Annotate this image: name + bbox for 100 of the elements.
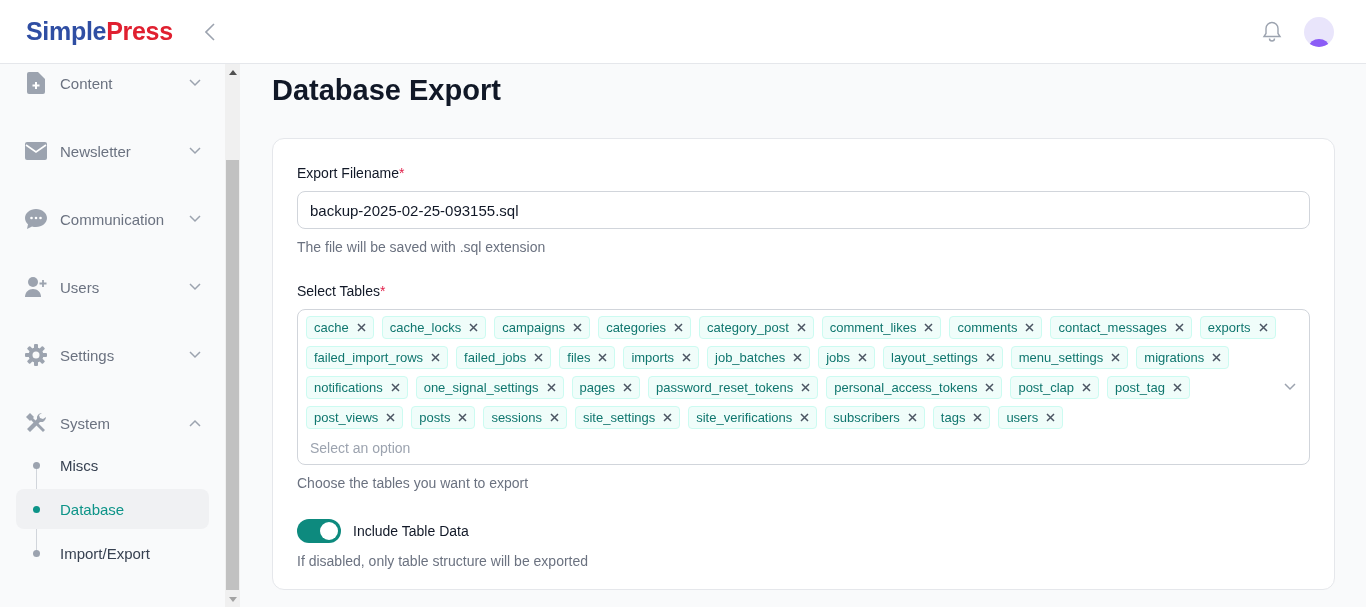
close-icon <box>1172 383 1182 392</box>
close-icon <box>546 383 556 392</box>
close-icon <box>674 323 684 332</box>
remove-tag-button[interactable] <box>1111 353 1121 362</box>
tag-label: site_settings <box>582 410 656 425</box>
remove-tag-button[interactable] <box>1025 323 1035 332</box>
remove-tag-button[interactable] <box>973 413 983 422</box>
toggle-label: Include Table Data <box>353 523 469 539</box>
remove-tag-button[interactable] <box>1082 383 1092 392</box>
remove-tag-button[interactable] <box>796 323 806 332</box>
tag-label: failed_jobs <box>464 350 527 365</box>
tag-label: site_verifications <box>696 410 793 425</box>
close-icon <box>1174 323 1184 332</box>
sidebar-group[interactable]: Content <box>16 65 209 101</box>
close-icon <box>924 323 934 332</box>
close-icon <box>858 353 867 362</box>
tag-label: sessions <box>491 410 542 425</box>
tag-label: cache_locks <box>389 320 462 335</box>
tag-label: files <box>567 350 591 365</box>
sidebar-group[interactable]: Users <box>16 269 209 305</box>
remove-tag-button[interactable] <box>1258 323 1268 332</box>
tag-label: users <box>1006 410 1039 425</box>
tag-label: comments <box>957 320 1018 335</box>
remove-tag-button[interactable] <box>573 323 583 332</box>
close-icon <box>800 413 810 422</box>
remove-tag-button[interactable] <box>1212 353 1222 362</box>
remove-tag-button[interactable] <box>431 353 441 362</box>
remove-tag-button[interactable] <box>549 413 559 422</box>
close-icon <box>985 353 995 362</box>
chat-bubble-icon <box>25 209 47 229</box>
remove-tag-button[interactable] <box>663 413 673 422</box>
chevron-down-icon <box>189 283 201 291</box>
close-icon <box>682 353 691 362</box>
tag-label: imports <box>631 350 674 365</box>
remove-tag-button[interactable] <box>386 413 396 422</box>
remove-tag-button[interactable] <box>390 383 400 392</box>
sidebar-group[interactable]: Newsletter <box>16 133 209 169</box>
tag-label: posts <box>419 410 451 425</box>
tag-label: failed_import_rows <box>314 350 424 365</box>
chevron-down-icon <box>189 215 201 223</box>
tag-label: contact_messages <box>1058 320 1167 335</box>
remove-tag-button[interactable] <box>1046 413 1056 422</box>
tag-label: subscribers <box>833 410 900 425</box>
close-icon <box>549 413 559 422</box>
remove-tag-button[interactable] <box>801 383 811 392</box>
help-text: The file will be saved with .sql extension <box>297 239 547 255</box>
sidebar-group[interactable]: Settings <box>16 337 209 373</box>
close-icon <box>985 383 995 392</box>
remove-tag-button[interactable] <box>682 353 691 362</box>
tag-label: one_signal_settings <box>423 380 539 395</box>
remove-tag-button[interactable] <box>800 413 810 422</box>
remove-tag-button[interactable] <box>985 383 995 392</box>
tag-label: post_clap <box>1018 380 1075 395</box>
remove-tag-button[interactable] <box>546 383 556 392</box>
remove-tag-button[interactable] <box>858 353 867 362</box>
remove-tag-button[interactable] <box>534 353 544 362</box>
remove-tag-button[interactable] <box>469 323 479 332</box>
tag-label: password_reset_tokens <box>656 380 794 395</box>
tag-label: layout_settings <box>891 350 978 365</box>
sidebar-item[interactable]: Import/Export <box>16 533 209 573</box>
close-icon <box>356 323 366 332</box>
chevron-down-icon <box>189 351 201 359</box>
chevron-down-icon <box>189 147 201 155</box>
remove-tag-button[interactable] <box>924 323 934 332</box>
close-icon <box>1082 383 1092 392</box>
close-icon <box>1258 323 1268 332</box>
sidebar-group[interactable]: System <box>16 405 209 441</box>
remove-tag-button[interactable] <box>1172 383 1182 392</box>
logo: SimplePress <box>26 17 173 46</box>
tag-label: personal_access_tokens <box>834 380 978 395</box>
filename-input[interactable]: backup-2025-02-25-093155.sql <box>297 191 1310 229</box>
scroll-up-arrow-icon[interactable] <box>229 70 237 75</box>
tag-label: menu_settings <box>1018 350 1104 365</box>
remove-tag-button[interactable] <box>1174 323 1184 332</box>
remove-tag-button[interactable] <box>356 323 366 332</box>
envelope-icon <box>25 142 47 160</box>
scrollbar[interactable] <box>225 64 240 607</box>
close-icon <box>534 353 544 362</box>
remove-tag-button[interactable] <box>793 353 803 362</box>
sidebar-item[interactable]: Database <box>16 489 209 529</box>
tag-label: notifications <box>314 380 383 395</box>
tag-label: cache <box>314 320 349 335</box>
file-plus-icon <box>27 72 45 94</box>
remove-tag-button[interactable] <box>907 413 917 422</box>
remove-tag-button[interactable] <box>674 323 684 332</box>
toggle-switch[interactable] <box>297 519 341 543</box>
sidebar-item[interactable]: Miscs <box>16 445 209 485</box>
remove-tag-button[interactable] <box>623 383 632 392</box>
close-icon <box>458 413 468 422</box>
field-label: Select Tables* <box>297 283 387 299</box>
remove-tag-button[interactable] <box>985 353 995 362</box>
field-label: Export Filename* <box>297 165 406 181</box>
remove-tag-button[interactable] <box>458 413 468 422</box>
close-icon <box>623 383 632 392</box>
close-icon <box>1111 353 1121 362</box>
remove-tag-button[interactable] <box>598 353 608 362</box>
chevron-down-icon <box>189 79 201 87</box>
table-multiselect[interactable] <box>297 309 1310 465</box>
scrollbar-thumb[interactable] <box>226 160 239 590</box>
sidebar-group[interactable]: Communication <box>16 201 209 237</box>
